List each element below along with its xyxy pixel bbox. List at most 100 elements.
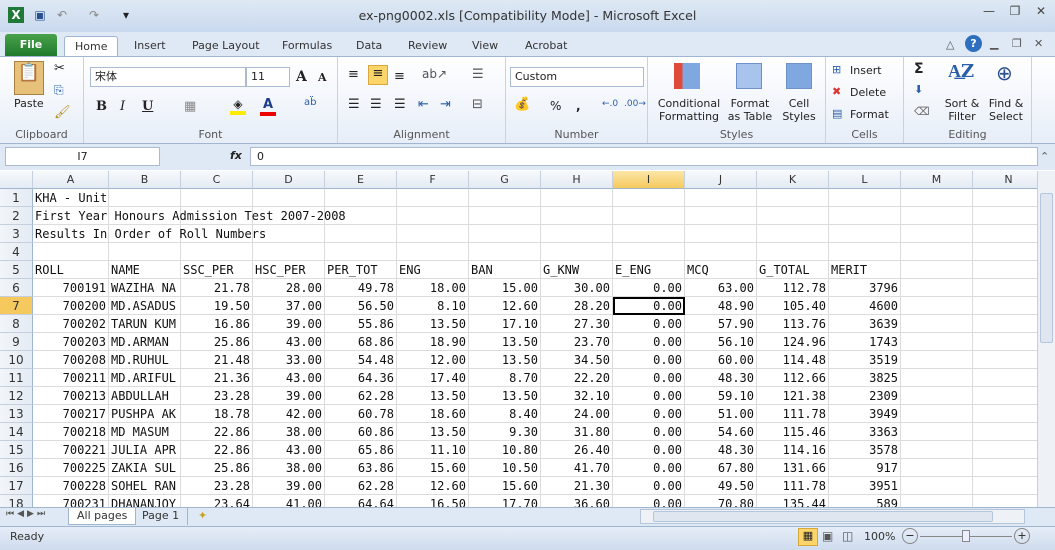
cell-K12[interactable]: 121.38 xyxy=(757,387,829,405)
cell-K10[interactable]: 114.48 xyxy=(757,351,829,369)
cell-M6[interactable] xyxy=(901,279,973,297)
top-align-icon[interactable]: ≡ xyxy=(348,67,359,82)
cell-L15[interactable]: 3578 xyxy=(829,441,901,459)
decrease-decimal-icon[interactable]: .00→ xyxy=(624,99,646,109)
orientation-icon[interactable]: ab↗ xyxy=(422,67,447,81)
row-header-12[interactable]: 12 xyxy=(0,387,33,405)
align-right-icon[interactable]: ☰ xyxy=(394,97,406,112)
cell-C8[interactable]: 16.86 xyxy=(181,315,253,333)
number-format-select[interactable]: Custom xyxy=(510,67,644,87)
row-header-13[interactable]: 13 xyxy=(0,405,33,423)
cell-N6[interactable] xyxy=(973,279,1037,297)
cell-I5[interactable]: E_ENG xyxy=(613,261,685,279)
cell-N11[interactable] xyxy=(973,369,1037,387)
cell-C10[interactable]: 21.48 xyxy=(181,351,253,369)
column-header-M[interactable]: M xyxy=(901,171,973,189)
spreadsheet-grid[interactable]: A B C D E F G H I J K L M N 1 KHA - Unit 2 First Year Hon… xyxy=(0,171,1037,507)
cell-I16[interactable]: 0.00 xyxy=(613,459,685,477)
row-header-10[interactable]: 10 xyxy=(0,351,33,369)
cell-G14[interactable]: 9.30 xyxy=(469,423,541,441)
cell-B7[interactable]: MD.ASADUS xyxy=(109,297,181,315)
font-color-icon[interactable]: A xyxy=(260,97,276,116)
cell-L17[interactable]: 3951 xyxy=(829,477,901,495)
cell-N10[interactable] xyxy=(973,351,1037,369)
cell-J18[interactable]: 70.80 xyxy=(685,495,757,507)
middle-align-icon[interactable]: ≡ xyxy=(368,65,388,85)
cell-K17[interactable]: 111.78 xyxy=(757,477,829,495)
column-header-D[interactable]: D xyxy=(253,171,325,189)
cell-B8[interactable]: TARUN KUM xyxy=(109,315,181,333)
cell-L1[interactable] xyxy=(829,189,901,207)
cell-D9[interactable]: 43.00 xyxy=(253,333,325,351)
cell-I12[interactable]: 0.00 xyxy=(613,387,685,405)
cell-C4[interactable] xyxy=(181,243,253,261)
column-header-G[interactable]: G xyxy=(469,171,541,189)
cell-E16[interactable]: 63.86 xyxy=(325,459,397,477)
cell-A14[interactable]: 700218 xyxy=(33,423,109,441)
row-header-2[interactable]: 2 xyxy=(0,207,33,225)
cell-H1[interactable] xyxy=(541,189,613,207)
cell-C5[interactable]: SSC_PER xyxy=(181,261,253,279)
workbook-close-icon[interactable]: ✕ xyxy=(1034,37,1043,50)
cell-I2[interactable] xyxy=(613,207,685,225)
align-left-icon[interactable]: ☰ xyxy=(348,97,360,112)
cell-J10[interactable]: 60.00 xyxy=(685,351,757,369)
cell-K15[interactable]: 114.16 xyxy=(757,441,829,459)
cell-I11[interactable]: 0.00 xyxy=(613,369,685,387)
cell-M18[interactable] xyxy=(901,495,973,507)
cell-E1[interactable] xyxy=(325,189,397,207)
sheet-navigation-icon[interactable]: ⏮◀▶⏭ xyxy=(6,509,48,519)
cell-E4[interactable] xyxy=(325,243,397,261)
cell-N12[interactable] xyxy=(973,387,1037,405)
horizontal-scroll-thumb[interactable] xyxy=(653,511,993,522)
cell-B18[interactable]: DHANANJOY xyxy=(109,495,181,507)
cell-G12[interactable]: 13.50 xyxy=(469,387,541,405)
cell-A5[interactable]: ROLL xyxy=(33,261,109,279)
cell-F17[interactable]: 12.60 xyxy=(397,477,469,495)
zoom-level[interactable]: 100% xyxy=(864,530,895,543)
cell-K5[interactable]: G_TOTAL xyxy=(757,261,829,279)
cell-N9[interactable] xyxy=(973,333,1037,351)
cell-C16[interactable]: 25.86 xyxy=(181,459,253,477)
cell-I17[interactable]: 0.00 xyxy=(613,477,685,495)
cell-H8[interactable]: 27.30 xyxy=(541,315,613,333)
cell-D5[interactable]: HSC_PER xyxy=(253,261,325,279)
cell-E13[interactable]: 60.78 xyxy=(325,405,397,423)
cell-M8[interactable] xyxy=(901,315,973,333)
cell-B1[interactable] xyxy=(109,189,181,207)
cell-I13[interactable]: 0.00 xyxy=(613,405,685,423)
cell-L4[interactable] xyxy=(829,243,901,261)
italic-button[interactable]: I xyxy=(120,99,125,114)
cell-G10[interactable]: 13.50 xyxy=(469,351,541,369)
cell-D15[interactable]: 43.00 xyxy=(253,441,325,459)
cell-H10[interactable]: 34.50 xyxy=(541,351,613,369)
cell-H9[interactable]: 23.70 xyxy=(541,333,613,351)
cell-F6[interactable]: 18.00 xyxy=(397,279,469,297)
cell-F4[interactable] xyxy=(397,243,469,261)
tab-page-layout[interactable]: Page Layout xyxy=(182,36,270,57)
cell-J14[interactable]: 54.60 xyxy=(685,423,757,441)
cell-H13[interactable]: 24.00 xyxy=(541,405,613,423)
cell-J4[interactable] xyxy=(685,243,757,261)
cell-E11[interactable]: 64.36 xyxy=(325,369,397,387)
cell-A12[interactable]: 700213 xyxy=(33,387,109,405)
cell-D6[interactable]: 28.00 xyxy=(253,279,325,297)
decrease-indent-icon[interactable]: ⇤ xyxy=(418,97,429,112)
cell-G8[interactable]: 17.10 xyxy=(469,315,541,333)
cell-M2[interactable] xyxy=(901,207,973,225)
comma-button[interactable]: , xyxy=(576,99,581,113)
cell-G16[interactable]: 10.50 xyxy=(469,459,541,477)
find-select-button[interactable]: Find & Select xyxy=(984,97,1028,123)
cell-H11[interactable]: 22.20 xyxy=(541,369,613,387)
cell-F3[interactable] xyxy=(397,225,469,243)
cell-N13[interactable] xyxy=(973,405,1037,423)
cell-M12[interactable] xyxy=(901,387,973,405)
cell-G13[interactable]: 8.40 xyxy=(469,405,541,423)
cell-L6[interactable]: 3796 xyxy=(829,279,901,297)
cell-A6[interactable]: 700191 xyxy=(33,279,109,297)
insert-sheet-icon[interactable]: ✦ xyxy=(190,508,215,525)
tab-data[interactable]: Data xyxy=(346,36,392,57)
cell-H5[interactable]: G_KNW xyxy=(541,261,613,279)
cell-D16[interactable]: 38.00 xyxy=(253,459,325,477)
cell-M15[interactable] xyxy=(901,441,973,459)
